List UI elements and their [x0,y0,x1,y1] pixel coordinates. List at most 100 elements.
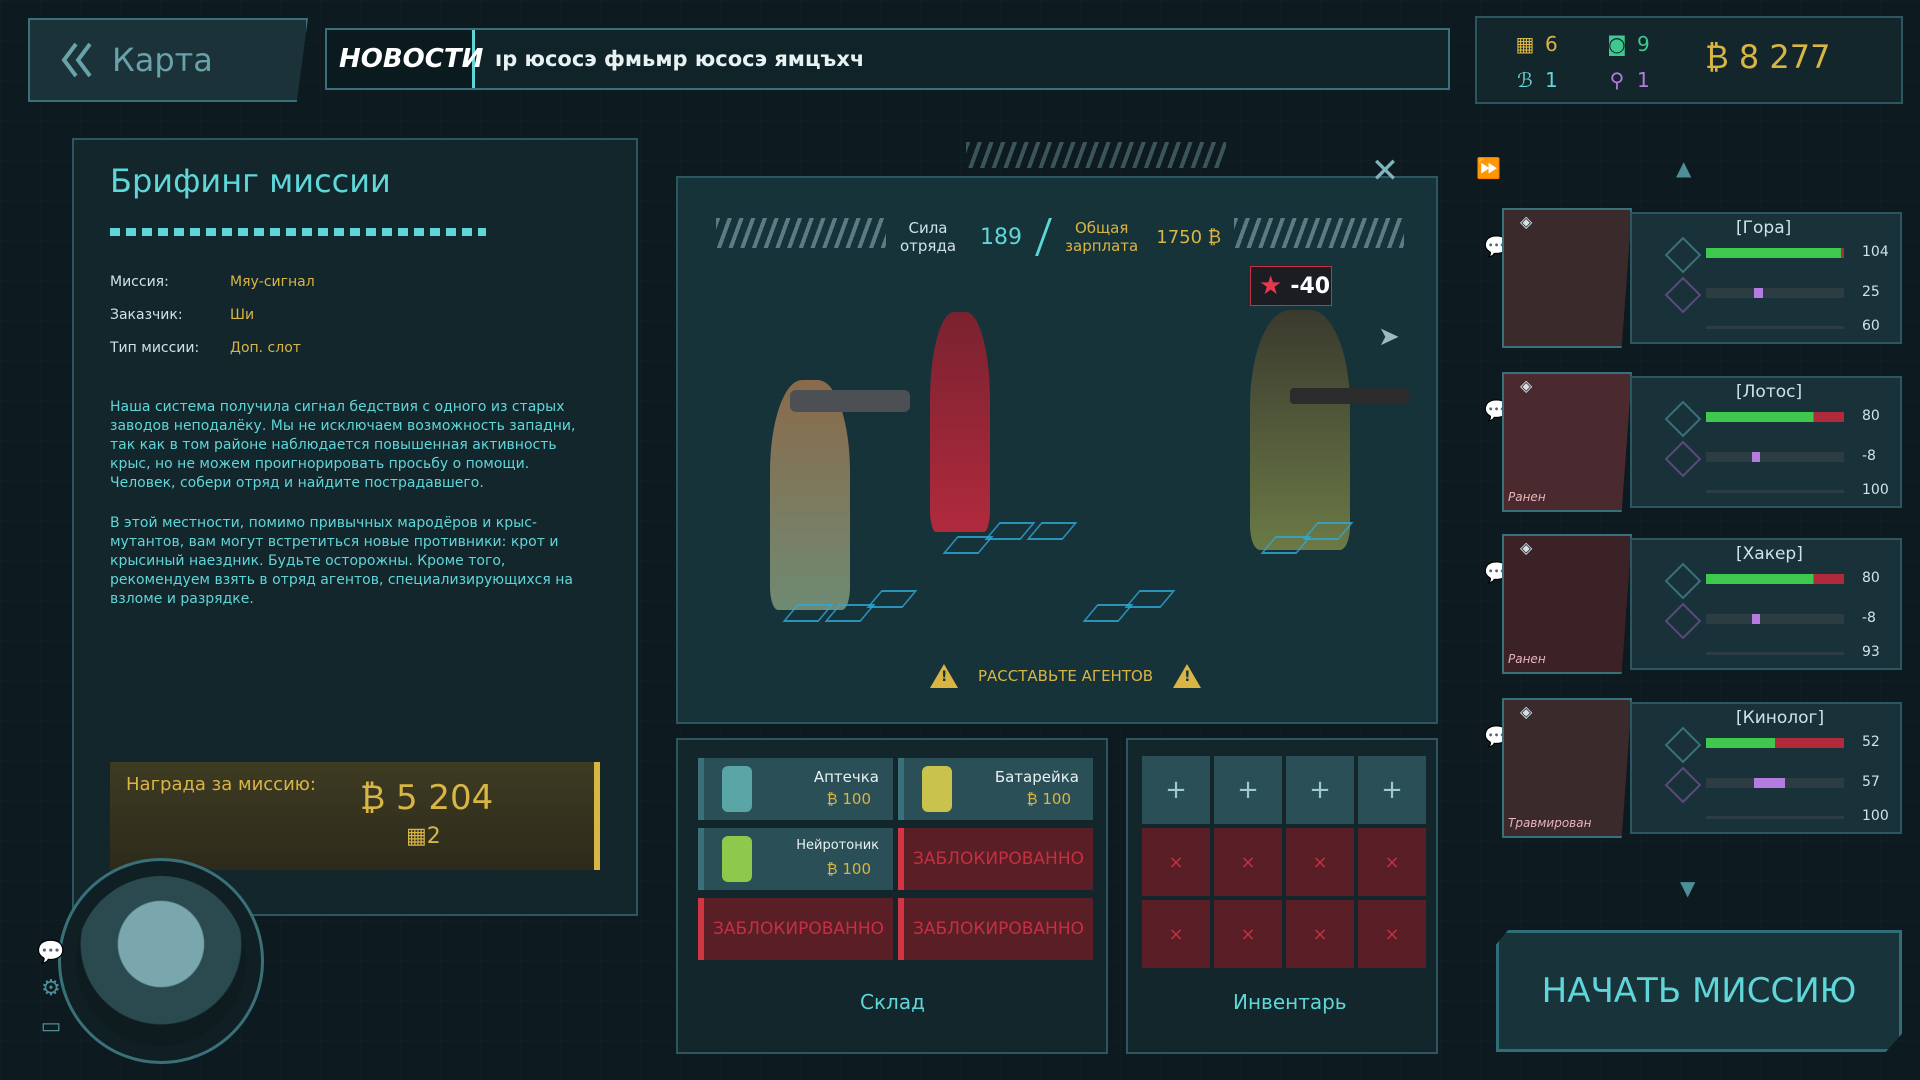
tokens-resource: ▦ 6 [1513,32,1558,56]
tokens-count: 6 [1545,32,1558,56]
close-icon[interactable]: ✕ [1370,154,1400,188]
agent-card[interactable]: 💬 ◈ Ранен [Лотос] 80 -8 100 [1484,372,1902,512]
morale-bar-marker [1751,614,1760,624]
storage-item-medkit[interactable]: Аптечка ₿ 100 [698,758,893,820]
enemy-figure-soldier[interactable] [1250,310,1350,550]
machine-gun-prop [1290,388,1410,404]
agent-status: Ранен [1508,490,1546,504]
morale-bar [1706,452,1844,462]
reward-tokens-count: 2 [426,824,441,849]
document-icon[interactable]: ▭ [36,1014,66,1044]
health-bar [1706,412,1844,422]
morale-bar [1706,778,1844,788]
agent-card[interactable]: 💬 ◈ Травмирован [Кинолог] 52 57 100 [1484,698,1902,838]
health-value: 80 [1862,408,1880,424]
agent-figure-lotus[interactable] [770,380,850,610]
fast-forward-icon[interactable]: ⏩ [1476,156,1501,180]
strength-label-line1: Сила [908,219,948,237]
class-badge-icon: ◈ [1520,212,1533,231]
agents-resource: ⚲ 1 [1605,68,1650,92]
cursor-icon: ➤ [1378,322,1400,352]
photos-resource: ◙ 9 [1605,32,1650,56]
class-badge-icon: ◈ [1520,376,1533,395]
client-value: Ши [230,307,255,323]
enemy-threat-badge: ★ -40 [1250,266,1332,306]
storage-item-neurotonic[interactable]: Нейротоник ₿ 100 [698,828,893,890]
inventory-locked-slot: × [1358,828,1426,896]
salary-label-line1: Общая [1074,219,1129,237]
morale-bar-marker [1751,452,1760,462]
inventory-locked-slot: × [1286,900,1354,968]
medkit-icon [722,766,752,812]
agent-card[interactable]: 💬 ◈ Ранен [Хакер] 80 -8 93 [1484,534,1902,674]
neurotonic-icon [722,836,752,882]
inventory-add-slot[interactable]: + [1214,756,1282,824]
salary-label: Общая зарплата [1065,219,1138,255]
xp-value: 93 [1862,644,1880,660]
health-bar-fill [1706,738,1844,748]
chat-icon[interactable]: 💬 [36,940,66,970]
mission-type-row: Тип миссии: Доп. слот [110,340,301,356]
squad-tab-strip [676,138,1438,174]
squad-stats: Сила отряда 189 Общая зарплата 1750 ₿ [900,218,1221,256]
mission-reward: Награда за миссию: ₿ 5 204 ▦2 [110,762,600,870]
warning-text: РАССТАВЬТЕ АГЕНТОВ [978,667,1154,685]
briefing-title: Брифинг миссии [110,162,391,200]
storage-slot-locked: ЗАБЛОКИРОВАННО [898,828,1093,890]
scroll-down-icon[interactable]: ▼ [1680,876,1695,900]
back-to-map-button[interactable]: Карта [28,18,308,102]
inventory-locked-slot: × [1286,828,1354,896]
inventory-add-slot[interactable]: + [1286,756,1354,824]
item-name: Аптечка [813,768,879,786]
class-badge-icon: ◈ [1520,538,1533,557]
item-name: Батарейка [994,768,1079,786]
reward-tokens: ▦2 [406,824,441,849]
star-icon: ★ [1259,271,1283,301]
tab-hatch [966,142,1226,168]
start-mission-button[interactable]: НАЧАТЬ МИССИЮ [1496,930,1902,1052]
news-label: НОВОСТИ [327,30,483,88]
photos-count: 9 [1637,32,1650,56]
inventory-locked-slot: × [1358,900,1426,968]
double-chevron-left-icon [61,42,92,78]
agent-name: [Хакер] [1736,544,1803,564]
bazooka-prop [790,390,910,412]
placement-warning: ! РАССТАВЬТЕ АГЕНТОВ ! [930,664,1202,688]
item-name: Нейротоник [796,838,879,853]
token-icon: ▦ [406,824,427,849]
health-value: 52 [1862,734,1880,750]
inventory-locked-slot: × [1142,828,1210,896]
inventory-locked-slot: × [1214,900,1282,968]
inventory-tab[interactable]: Инвентарь [1233,990,1347,1014]
agent-name: [Гора] [1736,218,1792,238]
camera-icon: ◙ [1607,32,1627,56]
agent-run-icon: ⚲ [1609,68,1625,92]
health-value: 80 [1862,570,1880,586]
xp-bar [1706,326,1844,329]
item-price: ₿ 100 [826,860,871,878]
dna-resource: ℬ 1 [1513,68,1558,92]
item-price: ₿ 100 [1026,790,1071,808]
mission-value: Мяу-сигнал [230,274,315,290]
agent-figure-woman[interactable] [930,312,990,532]
storage-item-battery[interactable]: Батарейка ₿ 100 [898,758,1093,820]
resources-panel: ▦ 6 ◙ 9 ℬ 1 ⚲ 1 ₿ 8 277 [1475,16,1903,104]
agent-name: [Кинолог] [1736,708,1825,728]
inventory-add-slot[interactable]: + [1142,756,1210,824]
player-avatar[interactable] [58,858,264,1064]
xp-value: 60 [1862,318,1880,334]
agent-status: Ранен [1508,652,1546,666]
money-total: ₿ 8 277 [1705,38,1831,76]
morale-bar [1706,288,1844,298]
agent-card[interactable]: 💬 ◈ [Гора] 104 25 60 [1484,208,1902,348]
xp-bar [1706,816,1844,819]
inventory-locked-slot: × [1214,828,1282,896]
scroll-up-icon[interactable]: ▲ [1676,156,1691,180]
gear-icon[interactable]: ⚙ [36,976,66,1006]
health-bar-fill [1706,412,1844,422]
item-price: ₿ 100 [826,790,871,808]
agent-name: [Лотос] [1736,382,1803,402]
inventory-add-slot[interactable]: + [1358,756,1426,824]
avatar-portrait [76,876,246,1046]
storage-tab[interactable]: Склад [860,990,925,1014]
